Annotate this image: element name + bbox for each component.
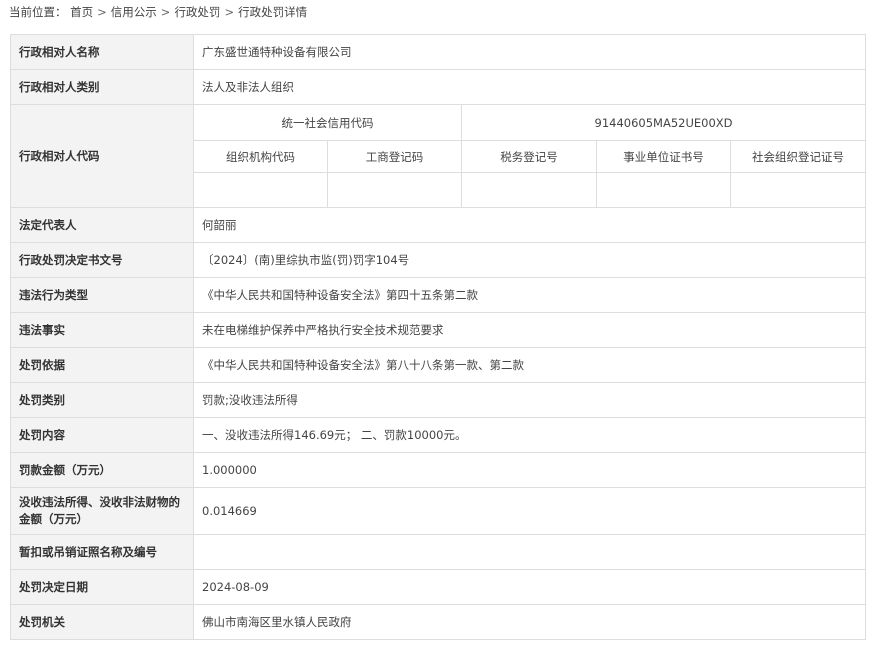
table-row: 处罚内容 一、没收违法所得146.69元； 二、罚款10000元。 <box>10 417 867 453</box>
violation-facts-value: 未在电梯维护保养中严格执行安全技术规范要求 <box>192 312 867 348</box>
org-code-value <box>193 172 328 208</box>
violation-type-value: 《中华人民共和国特种设备安全法》第四十五条第二款 <box>192 277 867 313</box>
business-reg-header: 工商登记码 <box>327 140 462 173</box>
row-label: 行政相对人类别 <box>10 69 194 105</box>
table-row: 暂扣或吊销证照名称及编号 <box>10 534 867 570</box>
breadcrumb-credit-link[interactable]: 信用公示 <box>111 5 157 19</box>
table-row: 罚款金额（万元） 1.000000 <box>10 452 867 488</box>
fine-amount-value: 1.000000 <box>192 452 867 488</box>
tax-reg-value <box>461 172 597 208</box>
table-row: 行政相对人名称 广东盛世通特种设备有限公司 <box>10 34 867 70</box>
penalty-authority-value: 佛山市南海区里水镇人民政府 <box>192 604 867 640</box>
table-row: 法定代表人 何韶丽 <box>10 207 867 243</box>
penalty-basis-value: 《中华人民共和国特种设备安全法》第八十八条第一款、第二款 <box>192 347 867 383</box>
row-label: 处罚类别 <box>10 382 194 418</box>
decision-no-value: 〔2024〕(南)里综执市监(罚)罚字104号 <box>192 242 867 278</box>
breadcrumb-home-link[interactable]: 首页 <box>70 5 93 19</box>
table-row: 没收违法所得、没收非法财物的金额（万元） 0.014669 <box>10 487 867 535</box>
social-org-reg-value <box>729 172 867 208</box>
breadcrumb-separator: > <box>97 5 107 19</box>
breadcrumb-penalty-link[interactable]: 行政处罚 <box>174 5 220 19</box>
decision-date-value: 2024-08-09 <box>192 569 867 605</box>
social-org-reg-header: 社会组织登记证号 <box>729 140 867 173</box>
row-label: 违法事实 <box>10 312 194 348</box>
table-row: 违法事实 未在电梯维护保养中严格执行安全技术规范要求 <box>10 312 867 348</box>
institution-cert-header: 事业单位证书号 <box>596 140 731 173</box>
row-label: 罚款金额（万元） <box>10 452 194 488</box>
uscc-label: 统一社会信用代码 <box>193 104 462 141</box>
org-code-header: 组织机构代码 <box>193 140 328 173</box>
penalty-detail-table: 行政相对人名称 广东盛世通特种设备有限公司 行政相对人类别 法人及非法人组织 行… <box>10 34 867 640</box>
table-row: 处罚依据 《中华人民共和国特种设备安全法》第八十八条第一款、第二款 <box>10 347 867 383</box>
business-reg-value <box>327 172 462 208</box>
counterparty-category-value: 法人及非法人组织 <box>192 69 867 105</box>
tax-reg-header: 税务登记号 <box>461 140 597 173</box>
uscc-value: 91440605MA52UE00XD <box>460 104 867 141</box>
penalty-type-value: 罚款;没收违法所得 <box>192 382 867 418</box>
row-label: 行政相对人名称 <box>10 34 194 70</box>
table-row: 行政相对人类别 法人及非法人组织 <box>10 69 867 105</box>
row-label: 法定代表人 <box>10 207 194 243</box>
row-label: 行政处罚决定书文号 <box>10 242 194 278</box>
row-label: 处罚依据 <box>10 347 194 383</box>
table-row: 处罚类别 罚款;没收违法所得 <box>10 382 867 418</box>
confiscation-amount-value: 0.014669 <box>192 487 867 535</box>
breadcrumb-separator: > <box>160 5 171 19</box>
license-value <box>192 534 867 570</box>
legal-rep-value: 何韶丽 <box>192 207 867 243</box>
table-row: 违法行为类型 《中华人民共和国特种设备安全法》第四十五条第二款 <box>10 277 867 313</box>
row-label: 没收违法所得、没收非法财物的金额（万元） <box>10 487 194 535</box>
breadcrumb: 当前位置： 首页 > 信用公示 > 行政处罚 > 行政处罚详情 <box>9 4 307 20</box>
row-label: 处罚机关 <box>10 604 194 640</box>
table-row: 处罚决定日期 2024-08-09 <box>10 569 867 605</box>
table-row: 行政处罚决定书文号 〔2024〕(南)里综执市监(罚)罚字104号 <box>10 242 867 278</box>
institution-cert-value <box>596 172 731 208</box>
breadcrumb-prefix: 当前位置： <box>9 5 67 19</box>
row-label: 行政相对人代码 <box>10 104 194 208</box>
row-label: 违法行为类型 <box>10 277 194 313</box>
row-label: 暂扣或吊销证照名称及编号 <box>10 534 194 570</box>
row-label: 处罚决定日期 <box>10 569 194 605</box>
table-row: 处罚机关 佛山市南海区里水镇人民政府 <box>10 604 867 640</box>
penalty-content-value: 一、没收违法所得146.69元； 二、罚款10000元。 <box>192 417 867 453</box>
breadcrumb-current[interactable]: 行政处罚详情 <box>238 5 307 19</box>
table-row: 行政相对人代码 统一社会信用代码 91440605MA52UE00XD <box>10 104 867 208</box>
counterparty-name-value: 广东盛世通特种设备有限公司 <box>192 34 867 70</box>
breadcrumb-separator: > <box>224 5 235 19</box>
row-label: 处罚内容 <box>10 417 194 453</box>
